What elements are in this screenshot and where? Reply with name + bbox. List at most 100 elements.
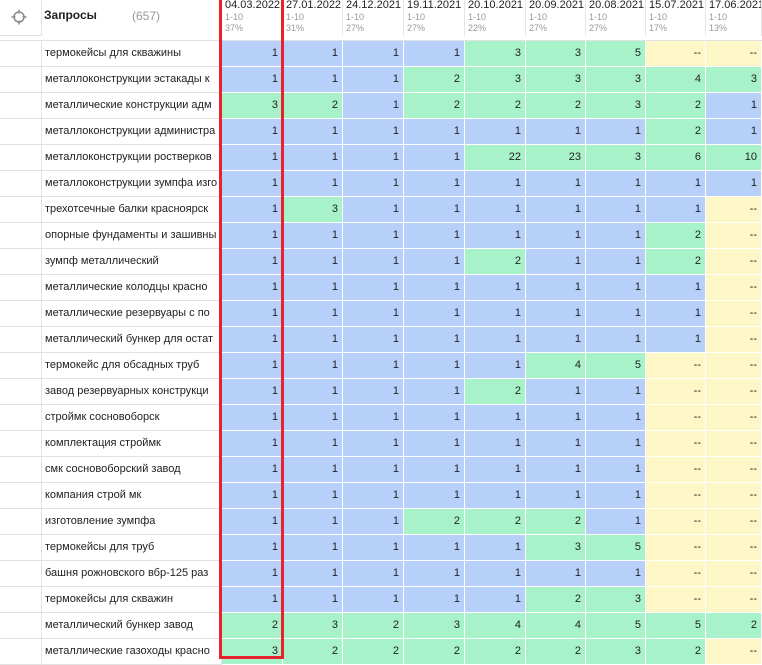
position-cell[interactable]: 2 xyxy=(343,613,404,639)
position-cell[interactable]: 1 xyxy=(404,327,465,353)
position-cell[interactable]: 1 xyxy=(586,223,646,249)
position-cell[interactable]: 1 xyxy=(283,119,343,145)
position-cell[interactable]: 4 xyxy=(646,67,706,93)
position-cell[interactable]: 5 xyxy=(646,613,706,639)
position-cell[interactable]: 1 xyxy=(465,353,526,379)
position-cell[interactable]: 1 xyxy=(526,197,586,223)
position-cell[interactable]: 2 xyxy=(404,93,465,119)
position-cell[interactable]: 3 xyxy=(222,639,283,665)
position-cell[interactable]: 1 xyxy=(343,301,404,327)
position-cell[interactable]: 1 xyxy=(283,275,343,301)
position-cell[interactable]: 1 xyxy=(465,327,526,353)
position-cell[interactable]: 1 xyxy=(343,353,404,379)
position-cell[interactable]: 2 xyxy=(465,639,526,665)
position-cell[interactable]: 1 xyxy=(526,561,586,587)
position-cell[interactable]: 1 xyxy=(586,431,646,457)
position-cell[interactable]: 1 xyxy=(404,197,465,223)
position-cell[interactable]: 1 xyxy=(404,353,465,379)
position-cell[interactable]: -- xyxy=(706,41,762,67)
query-cell[interactable]: смк сосновоборский завод xyxy=(42,457,222,483)
position-cell[interactable]: -- xyxy=(706,379,762,405)
position-cell[interactable]: -- xyxy=(646,483,706,509)
position-cell[interactable]: 3 xyxy=(586,639,646,665)
position-cell[interactable]: 1 xyxy=(404,431,465,457)
position-cell[interactable]: 3 xyxy=(586,587,646,613)
position-cell[interactable]: 1 xyxy=(343,275,404,301)
position-cell[interactable]: 1 xyxy=(222,119,283,145)
position-cell[interactable]: 1 xyxy=(222,457,283,483)
position-cell[interactable]: 1 xyxy=(586,119,646,145)
position-cell[interactable]: 1 xyxy=(283,431,343,457)
query-cell[interactable]: металлоконструкции зумпфа изго xyxy=(42,171,222,197)
position-cell[interactable]: 1 xyxy=(283,223,343,249)
position-cell[interactable]: 1 xyxy=(222,223,283,249)
position-cell[interactable]: 1 xyxy=(404,41,465,67)
position-cell[interactable]: 1 xyxy=(404,561,465,587)
position-cell[interactable]: -- xyxy=(646,431,706,457)
position-cell[interactable]: 1 xyxy=(646,275,706,301)
query-cell[interactable]: металлоконструкции администра xyxy=(42,119,222,145)
position-cell[interactable]: 2 xyxy=(465,249,526,275)
position-cell[interactable]: 2 xyxy=(343,639,404,665)
position-cell[interactable]: 1 xyxy=(343,249,404,275)
position-cell[interactable]: 1 xyxy=(343,223,404,249)
position-cell[interactable]: 2 xyxy=(706,613,762,639)
position-cell[interactable]: 3 xyxy=(283,197,343,223)
position-cell[interactable]: 3 xyxy=(465,41,526,67)
position-cell[interactable]: 1 xyxy=(526,405,586,431)
position-cell[interactable]: 1 xyxy=(586,301,646,327)
position-cell[interactable]: 1 xyxy=(526,249,586,275)
position-cell[interactable]: 1 xyxy=(222,353,283,379)
column-header[interactable]: 27.01.2022 1-10 31% xyxy=(283,0,343,36)
position-cell[interactable]: 2 xyxy=(283,639,343,665)
position-cell[interactable]: 1 xyxy=(646,327,706,353)
position-cell[interactable]: 1 xyxy=(465,535,526,561)
position-cell[interactable]: -- xyxy=(646,561,706,587)
position-cell[interactable]: 1 xyxy=(404,535,465,561)
query-cell[interactable]: термокейсы для скважины xyxy=(42,41,222,67)
position-cell[interactable]: 1 xyxy=(222,67,283,93)
position-cell[interactable]: 1 xyxy=(343,171,404,197)
position-cell[interactable]: 3 xyxy=(706,67,762,93)
queries-column-title[interactable]: Запросы xyxy=(44,8,97,22)
position-cell[interactable]: 1 xyxy=(586,457,646,483)
position-cell[interactable]: 1 xyxy=(646,197,706,223)
query-cell[interactable]: металлические колодцы красно xyxy=(42,275,222,301)
position-cell[interactable]: -- xyxy=(706,483,762,509)
position-cell[interactable]: 1 xyxy=(465,483,526,509)
position-cell[interactable]: 1 xyxy=(222,379,283,405)
query-cell[interactable]: башня рожновского вбр-125 раз xyxy=(42,561,222,587)
query-cell[interactable]: металлоконструкции эстакады к xyxy=(42,67,222,93)
position-cell[interactable]: 3 xyxy=(526,67,586,93)
position-cell[interactable]: 1 xyxy=(706,93,762,119)
position-cell[interactable]: 1 xyxy=(526,379,586,405)
column-header[interactable]: 04.03.2022 1-10 37% xyxy=(222,0,283,36)
position-cell[interactable]: 2 xyxy=(646,93,706,119)
position-cell[interactable]: 1 xyxy=(404,405,465,431)
position-cell[interactable]: 2 xyxy=(646,119,706,145)
position-cell[interactable]: 1 xyxy=(343,379,404,405)
position-cell[interactable]: -- xyxy=(706,509,762,535)
position-cell[interactable]: -- xyxy=(646,535,706,561)
position-cell[interactable]: 1 xyxy=(343,483,404,509)
position-cell[interactable]: 1 xyxy=(283,327,343,353)
position-cell[interactable]: -- xyxy=(706,301,762,327)
position-cell[interactable]: 2 xyxy=(646,223,706,249)
position-cell[interactable]: 4 xyxy=(465,613,526,639)
query-cell[interactable]: металлический бункер для остат xyxy=(42,327,222,353)
position-cell[interactable]: -- xyxy=(706,353,762,379)
position-cell[interactable]: 3 xyxy=(586,93,646,119)
position-cell[interactable]: -- xyxy=(706,275,762,301)
position-cell[interactable]: 1 xyxy=(404,119,465,145)
position-cell[interactable]: 1 xyxy=(526,483,586,509)
position-cell[interactable]: 1 xyxy=(404,483,465,509)
position-cell[interactable]: 2 xyxy=(222,613,283,639)
position-cell[interactable]: -- xyxy=(706,197,762,223)
position-cell[interactable]: 1 xyxy=(222,41,283,67)
position-cell[interactable]: 2 xyxy=(465,379,526,405)
position-cell[interactable]: 1 xyxy=(343,405,404,431)
position-cell[interactable]: 1 xyxy=(222,431,283,457)
column-header[interactable]: 20.08.2021 1-10 27% xyxy=(586,0,646,36)
position-cell[interactable]: 1 xyxy=(586,483,646,509)
position-cell[interactable]: 1 xyxy=(283,405,343,431)
